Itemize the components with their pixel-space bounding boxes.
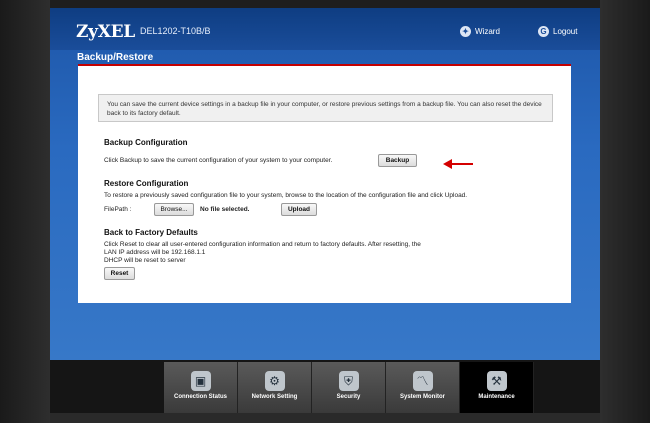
nav-maintenance[interactable]: ⚒ Maintenance	[460, 362, 534, 413]
content-panel: You can save the current device settings…	[78, 64, 571, 303]
model-name: DEL1202-T10B/B	[140, 26, 211, 36]
nav-label-connection-status: Connection Status	[173, 394, 227, 400]
brand-logo: ZyXEL	[76, 22, 135, 42]
nav-label-maintenance: Maintenance	[478, 394, 515, 400]
logout-label: Logout	[553, 27, 578, 36]
logout-link[interactable]: G Logout	[538, 26, 577, 37]
nav-label-security: Security	[336, 394, 361, 400]
info-box: You can save the current device settings…	[98, 94, 553, 122]
shield-icon: ⛨	[338, 371, 359, 391]
frame-edge-left	[0, 0, 50, 423]
logout-icon: G	[538, 26, 549, 37]
page-title: Backup/Restore	[77, 52, 154, 63]
restore-description: To restore a previously saved configurat…	[104, 192, 468, 199]
factory-section-title: Back to Factory Defaults	[104, 228, 198, 237]
backup-section-title: Backup Configuration	[104, 138, 188, 147]
backup-button[interactable]: Backup	[378, 154, 417, 167]
upload-button[interactable]: Upload	[281, 203, 317, 216]
nav-security[interactable]: ⛨ Security	[312, 362, 386, 413]
graph-icon: 〽	[412, 371, 433, 391]
gear-icon: ⚙	[264, 371, 285, 391]
nav-bottom-bar	[50, 413, 600, 423]
wizard-label: Wizard	[475, 27, 500, 36]
nav-label-network-setting: Network Setting	[251, 394, 298, 400]
file-status: No file selected.	[200, 206, 250, 213]
red-arrow-annotation	[443, 159, 473, 169]
bottom-nav: ▣ Connection Status ⚙ Network Setting ⛨ …	[50, 360, 600, 423]
reset-button[interactable]: Reset	[104, 267, 135, 280]
filepath-label: FilePath :	[104, 206, 132, 213]
tools-icon: ⚒	[486, 371, 507, 391]
wizard-icon: ✦	[460, 26, 471, 37]
nav-connection-status[interactable]: ▣ Connection Status	[164, 362, 238, 413]
header-bar: ZyXEL DEL1202-T10B/B ✦ Wizard G Logout	[50, 8, 600, 50]
app-window: ZyXEL DEL1202-T10B/B ✦ Wizard G Logout B…	[50, 8, 600, 360]
monitor-icon: ▣	[190, 371, 211, 391]
wizard-link[interactable]: ✦ Wizard	[460, 26, 500, 37]
restore-section-title: Restore Configuration	[104, 179, 189, 188]
factory-desc-line3: DHCP will be reset to server	[104, 257, 186, 264]
browse-button[interactable]: Browse...	[154, 203, 194, 216]
nav-label-system-monitor: System Monitor	[399, 394, 445, 400]
nav-system-monitor[interactable]: 〽 System Monitor	[386, 362, 460, 413]
nav-network-setting[interactable]: ⚙ Network Setting	[238, 362, 312, 413]
frame-edge-right	[600, 0, 650, 423]
backup-description: Click Backup to save the current configu…	[104, 157, 333, 164]
